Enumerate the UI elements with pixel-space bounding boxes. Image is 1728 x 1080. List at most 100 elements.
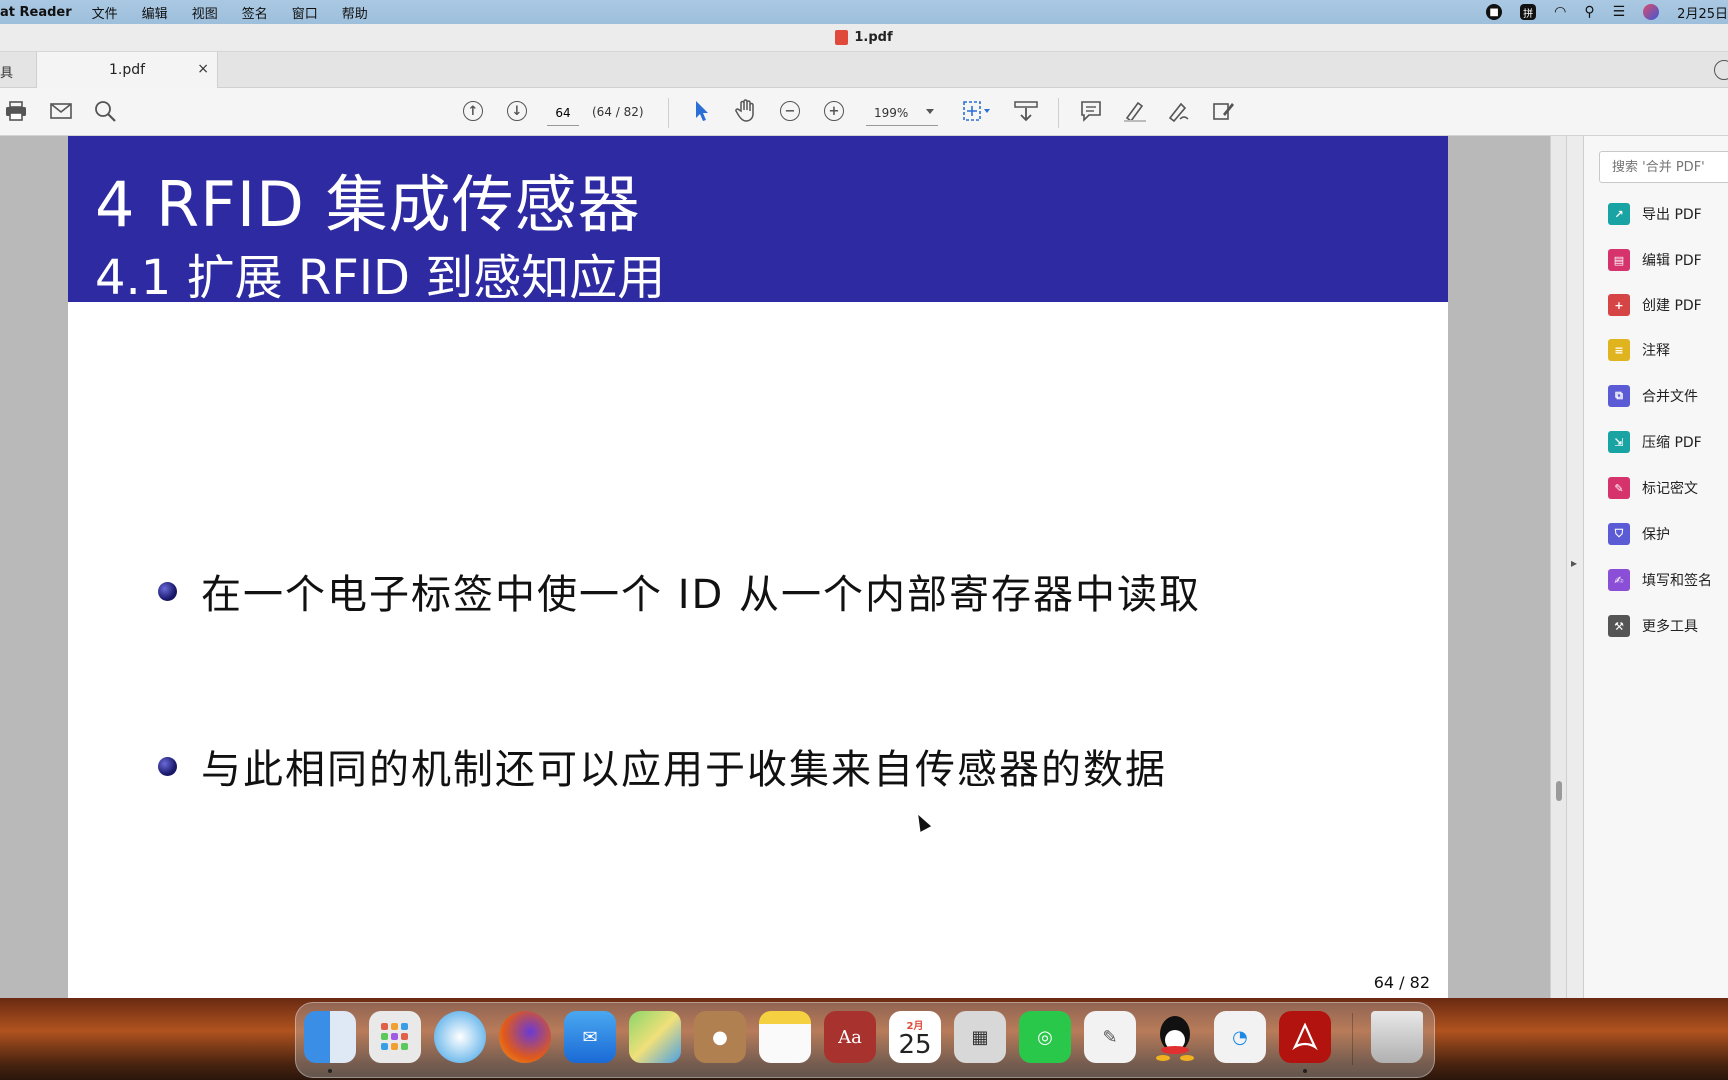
app-menu[interactable]: at Reader [0, 5, 72, 20]
slide-title: 4 RFID 集成传感器 [95, 168, 641, 241]
comment-icon[interactable] [1078, 98, 1104, 124]
window-title: 1.pdf [854, 30, 893, 45]
tool-comment[interactable]: ≡ 注释 [1608, 336, 1670, 364]
tool-fill-sign[interactable]: ✍ 填写和签名 [1608, 566, 1712, 594]
zoom-value: 199% [874, 105, 909, 120]
more-tools-icon: ⚒ [1608, 615, 1630, 637]
menu-sign[interactable]: 签名 [242, 3, 268, 22]
scroll-mode-icon[interactable] [1013, 98, 1039, 124]
chat-app-icon[interactable]: ◔ [1214, 1011, 1266, 1063]
notes-icon[interactable] [759, 1011, 811, 1063]
close-icon[interactable]: × [197, 61, 209, 77]
arrow-up-icon: ↑ [463, 101, 483, 121]
menu-view[interactable]: 视图 [192, 3, 218, 22]
menu-edit[interactable]: 编辑 [142, 3, 168, 22]
tool-label: 合并文件 [1642, 389, 1698, 405]
toolbar: ↑ ↓ − + [0, 88, 1728, 136]
panel-divider[interactable]: ▸ [1566, 136, 1584, 998]
safari-icon[interactable] [434, 1011, 486, 1063]
sign-icon[interactable] [1166, 98, 1192, 124]
next-page-button[interactable]: ↓ [504, 98, 530, 124]
dictionary-icon[interactable]: Aa [824, 1011, 876, 1063]
launchpad-icon[interactable] [369, 1011, 421, 1063]
find-icon[interactable] [92, 98, 118, 124]
previous-page-button[interactable]: ↑ [460, 98, 486, 124]
menu-file[interactable]: 文件 [92, 3, 118, 22]
tool-label: 填写和签名 [1642, 573, 1712, 589]
firefox-icon[interactable] [499, 1011, 551, 1063]
tool-combine-files[interactable]: ⧉ 合并文件 [1608, 382, 1698, 410]
tool-label: 创建 PDF [1642, 298, 1702, 314]
contacts-icon[interactable]: ● [694, 1011, 746, 1063]
tab-document[interactable]: 1.pdf × [36, 52, 218, 88]
window-title-bar: 1.pdf [0, 24, 1728, 52]
scrollbar-thumb[interactable] [1556, 781, 1562, 801]
select-tool-icon[interactable] [689, 98, 715, 124]
fill-sign-icon: ✍ [1608, 569, 1630, 591]
fit-page-icon[interactable] [960, 98, 994, 124]
tool-export-pdf[interactable]: ↗ 导出 PDF [1608, 200, 1702, 228]
wifi-icon[interactable]: ◠ [1554, 4, 1566, 20]
tool-redact[interactable]: ✎ 标记密文 [1608, 474, 1698, 502]
calendar-day: 25 [898, 1029, 932, 1060]
document-view[interactable]: 4 RFID 集成传感器 4.1 扩展 RFID 到感知应用 在一个电子标签中使… [0, 136, 1566, 998]
finder-icon[interactable] [304, 1011, 356, 1063]
tool-label: 保护 [1642, 527, 1670, 543]
help-icon[interactable] [1714, 60, 1728, 80]
menu-help[interactable]: 帮助 [342, 3, 368, 22]
tool-label: 导出 PDF [1642, 207, 1702, 223]
tool-label: 标记密文 [1642, 481, 1698, 497]
tab-tools[interactable]: 具 [0, 62, 13, 81]
tool-protect[interactable]: ⛉ 保护 [1608, 520, 1670, 548]
tool-more-tools[interactable]: ⚒ 更多工具 [1608, 612, 1698, 640]
control-center-icon[interactable]: ☰ [1613, 4, 1626, 20]
tool-edit-pdf[interactable]: ▤ 编辑 PDF [1608, 246, 1702, 274]
pdf-file-icon [835, 30, 849, 45]
page-number-input[interactable] [547, 100, 579, 126]
plus-icon: + [824, 101, 844, 121]
tool-label: 编辑 PDF [1642, 253, 1702, 269]
qq-icon[interactable] [1149, 1011, 1201, 1063]
bullet-text: 在一个电子标签中使一个 ID 从一个内部寄存器中读取 [201, 572, 1202, 618]
search-icon[interactable]: ⚲ [1584, 4, 1594, 20]
input-method-icon[interactable]: 拼 [1520, 4, 1537, 20]
tools-panel: ↗ 导出 PDF ▤ 编辑 PDF + 创建 PDF ≡ 注释 ⧉ 合并文件 ⇲… [1584, 136, 1728, 998]
zoom-select[interactable]: 199% [866, 100, 938, 126]
comment-icon: ≡ [1608, 339, 1630, 361]
maps-icon[interactable] [629, 1011, 681, 1063]
combine-files-icon: ⧉ [1608, 385, 1630, 407]
calculator-icon[interactable]: ▦ [954, 1011, 1006, 1063]
tool-compress-pdf[interactable]: ⇲ 压缩 PDF [1608, 428, 1702, 456]
slide-subtitle: 4.1 扩展 RFID 到感知应用 [95, 250, 666, 306]
dock: ✉ ● Aa 2月 25 ▦ ◎ ✎ ◔ [295, 1002, 1435, 1078]
tool-search-input[interactable] [1599, 151, 1728, 183]
slide-page-number: 64 / 82 [1373, 973, 1430, 992]
highlight-icon[interactable] [1122, 98, 1148, 124]
tab-document-label: 1.pdf [108, 62, 146, 78]
clock-date[interactable]: 2月25日 [1677, 3, 1728, 22]
export-pdf-icon: ↗ [1608, 203, 1630, 225]
tool-label: 压缩 PDF [1642, 435, 1702, 451]
siri-icon[interactable] [1643, 4, 1660, 20]
record-icon[interactable]: ■ [1486, 4, 1503, 20]
textedit-icon[interactable]: ✎ [1084, 1011, 1136, 1063]
create-pdf-icon: + [1608, 294, 1630, 316]
tool-create-pdf[interactable]: + 创建 PDF [1608, 291, 1702, 319]
wechat-icon[interactable]: ◎ [1019, 1011, 1071, 1063]
protect-icon: ⛉ [1608, 523, 1630, 545]
document-scrollbar[interactable] [1550, 136, 1566, 998]
bullet-text: 与此相同的机制还可以应用于收集来自传感器的数据 [201, 747, 1167, 793]
email-icon[interactable] [48, 98, 74, 124]
slide-header: 4 RFID 集成传感器 4.1 扩展 RFID 到感知应用 [68, 136, 1448, 306]
menu-window[interactable]: 窗口 [292, 3, 318, 22]
zoom-out-button[interactable]: − [777, 98, 803, 124]
print-icon[interactable] [3, 98, 29, 124]
trash-icon[interactable] [1371, 1011, 1423, 1063]
chevron-right-icon[interactable]: ▸ [1571, 556, 1577, 570]
zoom-in-button[interactable]: + [821, 98, 847, 124]
hand-tool-icon[interactable] [733, 98, 759, 124]
acrobat-icon[interactable] [1279, 1011, 1331, 1063]
edit-tools-icon[interactable] [1210, 98, 1236, 124]
mail-icon[interactable]: ✉ [564, 1011, 616, 1063]
calendar-icon[interactable]: 2月 25 [889, 1011, 941, 1063]
